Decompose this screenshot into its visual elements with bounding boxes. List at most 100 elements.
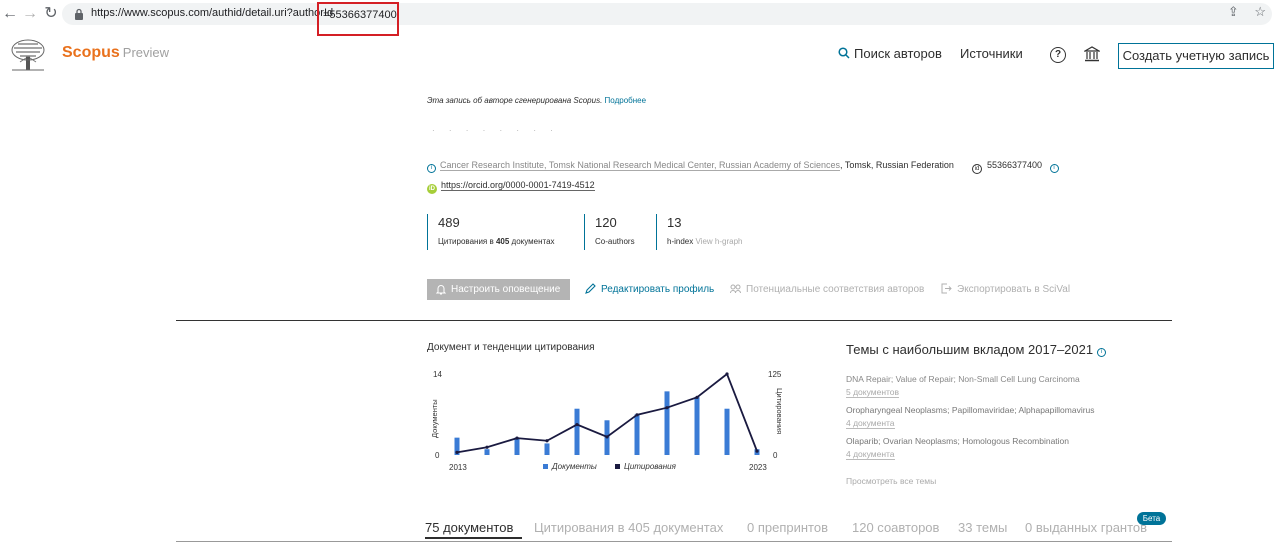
- topic-name[interactable]: DNA Repair; Value of Repair; Non-Small C…: [846, 374, 1080, 384]
- set-alert-label: Настроить оповещение: [451, 284, 561, 295]
- lock-icon: [75, 8, 83, 20]
- documents-bar: [544, 443, 550, 455]
- top-topics-title: Темы с наибольшим вкладом 2017–2021 i: [846, 342, 1107, 357]
- author-id-value: 55366377400: [987, 160, 1043, 170]
- metric-coauthors-value: 120: [595, 215, 617, 230]
- tabs-bottom-line: [176, 541, 1172, 542]
- legend-documents-label: Документы: [551, 462, 597, 471]
- notice-more-link[interactable]: Подробнее: [605, 96, 647, 105]
- bell-icon: [436, 285, 446, 295]
- id-badge-icon: id: [972, 164, 982, 174]
- active-tab-indicator: [425, 537, 522, 539]
- export-icon: [941, 283, 952, 294]
- topic-item: Oropharyngeal Neoplasms; Papillomavirida…: [846, 405, 1095, 429]
- institution-icon[interactable]: [1084, 46, 1100, 62]
- search-icon: [838, 47, 850, 59]
- citations-point: [485, 445, 489, 449]
- url-text: https://www.scopus.com/authid/detail.uri…: [91, 7, 334, 19]
- metric-h-index-label: h-index View h-graph: [667, 237, 743, 246]
- sources-link[interactable]: Источники: [960, 46, 1023, 61]
- back-icon[interactable]: ←: [0, 4, 20, 24]
- citations-point: [695, 395, 699, 399]
- topics-info-icon[interactable]: i: [1097, 348, 1107, 357]
- potential-matches-link[interactable]: Потенциальные соответствия авторов: [730, 283, 924, 295]
- scopus-brand[interactable]: Scopus Preview: [62, 44, 169, 62]
- tab-preprints[interactable]: 0 препринтов: [747, 520, 828, 535]
- chart-title: Документ и тенденции цитирования: [427, 342, 595, 353]
- documents-bar: [694, 397, 700, 455]
- orcid-icon: iD: [427, 184, 437, 194]
- citations-point: [455, 450, 459, 455]
- legend-documents-swatch: [543, 464, 548, 469]
- brand-name: Scopus: [62, 44, 120, 61]
- affiliation-row: i Cancer Research Institute, Tomsk Nation…: [427, 160, 954, 173]
- generated-notice: Эта запись об авторе сгенерирована Scopu…: [427, 96, 646, 105]
- documents-bar: [484, 449, 490, 455]
- orcid-link[interactable]: https://orcid.org/0000-0001-7419-4512: [441, 180, 595, 191]
- affiliation-link[interactable]: Cancer Research Institute, Tomsk Nationa…: [440, 160, 841, 171]
- share-icon[interactable]: ⇪: [1228, 4, 1239, 19]
- y-right-axis-title: Цитирования: [775, 388, 784, 434]
- export-scival-link[interactable]: Экспортировать в SciVal: [941, 283, 1070, 295]
- tab-grants[interactable]: 0 выданных грантов: [1025, 520, 1147, 535]
- people-match-icon: [730, 284, 741, 294]
- citations-point: [605, 435, 609, 439]
- tab-citations[interactable]: Цитирования в 405 документах: [534, 520, 723, 535]
- topic-name[interactable]: Oropharyngeal Neoplasms; Papillomavirida…: [846, 405, 1095, 415]
- edit-profile-link[interactable]: Редактировать профиль: [585, 283, 714, 295]
- tab-documents[interactable]: 75 документов: [425, 520, 513, 535]
- metric-coauthors[interactable]: 120 Co-authors: [584, 214, 635, 250]
- documents-bar: [664, 391, 670, 455]
- create-account-button[interactable]: Создать учетную запись: [1118, 43, 1274, 69]
- topic-item: DNA Repair; Value of Repair; Non-Small C…: [846, 374, 1080, 398]
- affiliation-info-icon: i: [427, 164, 436, 173]
- browser-right-icons: ⇪ ☆: [1216, 4, 1266, 20]
- citations-point: [575, 422, 579, 427]
- legend-citations-label: Цитирования: [624, 462, 677, 471]
- pencil-icon: [585, 283, 596, 294]
- tab-topics[interactable]: 33 темы: [958, 520, 1007, 535]
- x-end-label: 2023: [749, 463, 767, 472]
- notice-text: Эта запись об авторе сгенерирована Scopu…: [427, 96, 603, 105]
- documents-bar: [724, 408, 730, 455]
- beta-badge: Бета: [1137, 512, 1166, 525]
- metric-h-index[interactable]: 13 h-index View h-graph: [656, 214, 742, 250]
- elsevier-logo-icon[interactable]: [8, 38, 48, 72]
- tab-coauthors[interactable]: 120 соавторов: [852, 520, 939, 535]
- help-icon[interactable]: ?: [1050, 47, 1066, 63]
- metric-citations[interactable]: 489 Цитирования в 405 документах: [427, 214, 555, 250]
- topic-name[interactable]: Olaparib; Ovarian Neoplasms; Homologous …: [846, 436, 1069, 446]
- address-bar[interactable]: https://www.scopus.com/authid/detail.uri…: [62, 3, 1272, 25]
- metric-coauthors-label: Co-authors: [595, 237, 635, 246]
- search-authors-link[interactable]: Поиск авторов: [838, 46, 942, 61]
- topic-item: Olaparib; Ovarian Neoplasms; Homologous …: [846, 436, 1069, 460]
- author-id-row: id 55366377400 i: [972, 160, 1063, 174]
- author-id-info-icon[interactable]: i: [1049, 164, 1059, 173]
- metric-citations-value: 489: [438, 215, 460, 230]
- view-h-graph-link[interactable]: View h-graph: [695, 237, 742, 246]
- y-left-axis-title: Документы: [430, 399, 439, 438]
- section-divider: [176, 320, 1172, 321]
- documents-bar: [514, 437, 520, 455]
- documents-bar: [574, 408, 580, 455]
- bookmark-star-icon[interactable]: ☆: [1254, 4, 1266, 19]
- browser-bar: ← → ↻ https://www.scopus.com/authid/deta…: [0, 0, 1280, 36]
- view-all-topics-link[interactable]: Просмотреть все темы: [846, 476, 936, 486]
- metric-h-index-value: 13: [667, 215, 682, 230]
- top-topics-title-text: Темы с наибольшим вкладом 2017–2021: [846, 342, 1094, 357]
- search-authors-label: Поиск авторов: [854, 46, 942, 61]
- topic-docs-link[interactable]: 4 документа: [846, 418, 895, 429]
- topic-docs-link[interactable]: 4 документа: [846, 449, 895, 460]
- url-author-id: =55366377400: [323, 9, 397, 21]
- citations-point: [755, 449, 759, 453]
- forward-icon[interactable]: →: [20, 4, 40, 24]
- legend-citations-swatch: [615, 464, 620, 469]
- topic-docs-link[interactable]: 5 документов: [846, 387, 900, 398]
- citations-point: [635, 413, 639, 417]
- set-alert-button[interactable]: Настроить оповещение: [427, 279, 570, 300]
- reload-icon[interactable]: ↻: [41, 4, 61, 24]
- url-highlight-box: =55366377400: [317, 2, 399, 36]
- affiliation-city: , Tomsk, Russian Federation: [840, 160, 954, 170]
- brand-suffix: Preview: [122, 45, 170, 60]
- potential-matches-label: Потенциальные соответствия авторов: [746, 284, 925, 295]
